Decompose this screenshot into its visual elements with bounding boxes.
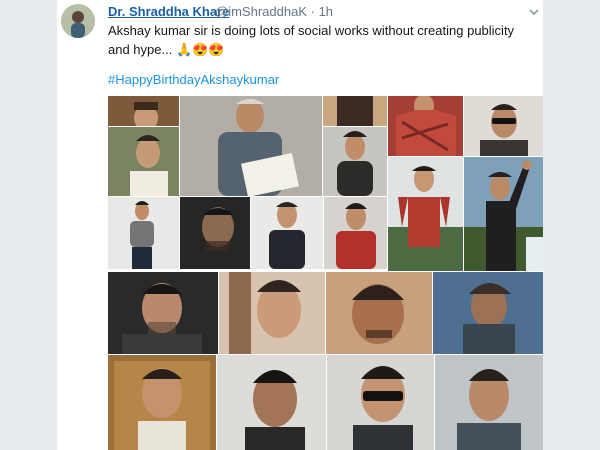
collage-photo	[388, 96, 463, 156]
user-avatar[interactable]	[61, 4, 95, 38]
meta-separator: ·	[310, 4, 315, 19]
collage-photo	[180, 197, 250, 269]
collage-photo	[323, 127, 387, 196]
collage-photo	[251, 197, 323, 269]
tweet-time[interactable]: 1h	[319, 4, 333, 19]
collage-photo	[326, 272, 432, 354]
tweet-meta: @imShraddhaK · 1h	[215, 4, 333, 19]
hashtag-link[interactable]: #HappyBirthdayAkshaykumar	[108, 72, 279, 87]
collage-photo	[433, 272, 543, 354]
collage-photo	[324, 197, 387, 269]
collage-photo	[108, 355, 216, 450]
collage-photo	[464, 96, 543, 156]
collage-photo	[327, 355, 434, 450]
collage-photo	[435, 355, 543, 450]
collage-photo	[108, 127, 179, 196]
collage-photo	[219, 272, 325, 354]
collage-photo	[180, 96, 322, 196]
photo-collage[interactable]	[108, 96, 543, 450]
collage-photo	[108, 197, 179, 269]
collage-photo	[108, 272, 218, 354]
collage-photo	[388, 157, 463, 271]
tweet-emojis: 🙏😍😍	[175, 42, 225, 57]
collage-photo	[217, 355, 326, 450]
collage-photo	[323, 96, 387, 126]
collage-photo	[108, 96, 179, 126]
tweet-body: Akshay kumar sir is doing lots of social…	[108, 23, 515, 57]
tweet-card: Dr. Shraddha Khare @imShraddhaK · 1h Aks…	[57, 0, 543, 450]
chevron-down-icon[interactable]	[529, 3, 539, 16]
display-name[interactable]: Dr. Shraddha Khare	[108, 4, 229, 19]
collage-photo	[464, 157, 543, 271]
user-handle[interactable]: @imShraddhaK	[215, 4, 307, 19]
tweet-text: Akshay kumar sir is doing lots of social…	[108, 21, 538, 59]
